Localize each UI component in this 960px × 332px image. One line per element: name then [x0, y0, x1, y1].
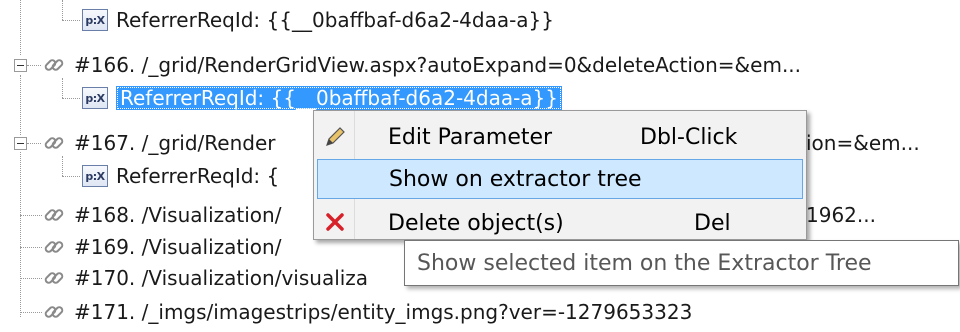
tree-item-label: ReferrerReqId: {	[116, 164, 280, 188]
tree-line	[20, 278, 42, 279]
tree-line	[20, 215, 42, 216]
menu-item-show-on-extractor-tree[interactable]: Show on extractor tree	[317, 159, 803, 199]
tree-line	[62, 0, 63, 20]
menu-item-edit-parameter[interactable]: Edit Parameter Dbl-Click	[314, 117, 806, 157]
tree-item-label: ReferrerReqId: {{__0baffbaf-d6a2-4daa-a}…	[116, 8, 555, 32]
tree-item-parameter[interactable]: p:X ReferrerReqId: {{__0baffbaf-d6a2-4da…	[82, 0, 554, 40]
parameter-icon: p:X	[82, 87, 108, 109]
link-icon	[44, 209, 64, 221]
link-icon	[44, 241, 64, 253]
tree-item-request[interactable]: #171. /_imgs/imagestrips/entity_imgs.png…	[42, 292, 692, 332]
tree-item-label: #169. /Visualization/	[74, 235, 282, 259]
tree-item-label: ReferrerReqId: {{__0baffbaf-d6a2-4daa-a}…	[116, 86, 563, 110]
tooltip: Show selected item on the Extractor Tree	[404, 240, 959, 286]
link-icon	[44, 137, 64, 149]
tree-line	[62, 176, 80, 177]
parameter-icon: p:X	[82, 165, 108, 187]
parameter-icon: p:X	[82, 9, 108, 31]
tree-item-label-tail: 1962...	[806, 203, 876, 227]
collapse-toggle[interactable]	[14, 59, 27, 72]
tree-line	[20, 312, 42, 313]
tree-item-label-tail: ion=&em...	[806, 131, 920, 155]
link-icon	[44, 272, 64, 284]
tree-item-label: #166. /_grid/RenderGridView.aspx?autoExp…	[74, 53, 802, 77]
tree-item-label: #171. /_imgs/imagestrips/entity_imgs.png…	[74, 300, 693, 324]
menu-item-delete-objects[interactable]: Delete object(s) Del	[314, 207, 806, 237]
tree-item-label: #167. /_grid/Render	[74, 131, 276, 155]
tree-line	[20, 75, 21, 135]
menu-item-label: Show on extractor tree	[389, 166, 642, 192]
link-icon	[44, 306, 64, 318]
tooltip-text: Show selected item on the Extractor Tree	[417, 250, 872, 276]
collapse-toggle[interactable]	[14, 137, 27, 150]
tree-line	[62, 98, 80, 99]
tree-item-parameter[interactable]: p:X ReferrerReqId: {	[82, 156, 279, 196]
tree-line	[20, 247, 42, 248]
menu-item-label: Delete object(s)	[388, 211, 564, 236]
menu-item-shortcut: Del	[694, 211, 731, 236]
context-menu: Edit Parameter Dbl-Click Show on extract…	[313, 110, 807, 240]
tree-line	[62, 20, 80, 21]
tree-line	[20, 152, 21, 317]
tree-item-label: #170. /Visualization/visualiza	[74, 266, 369, 290]
tree-line	[20, 0, 21, 55]
pencil-icon	[322, 124, 348, 150]
red-x-icon	[322, 209, 348, 235]
menu-item-label: Edit Parameter	[388, 124, 553, 150]
tree-line	[27, 143, 41, 144]
tree-line	[27, 65, 41, 66]
tree-item-label: #168. /Visualization/	[74, 203, 282, 227]
link-icon	[44, 59, 64, 71]
menu-item-shortcut: Dbl-Click	[640, 124, 738, 150]
